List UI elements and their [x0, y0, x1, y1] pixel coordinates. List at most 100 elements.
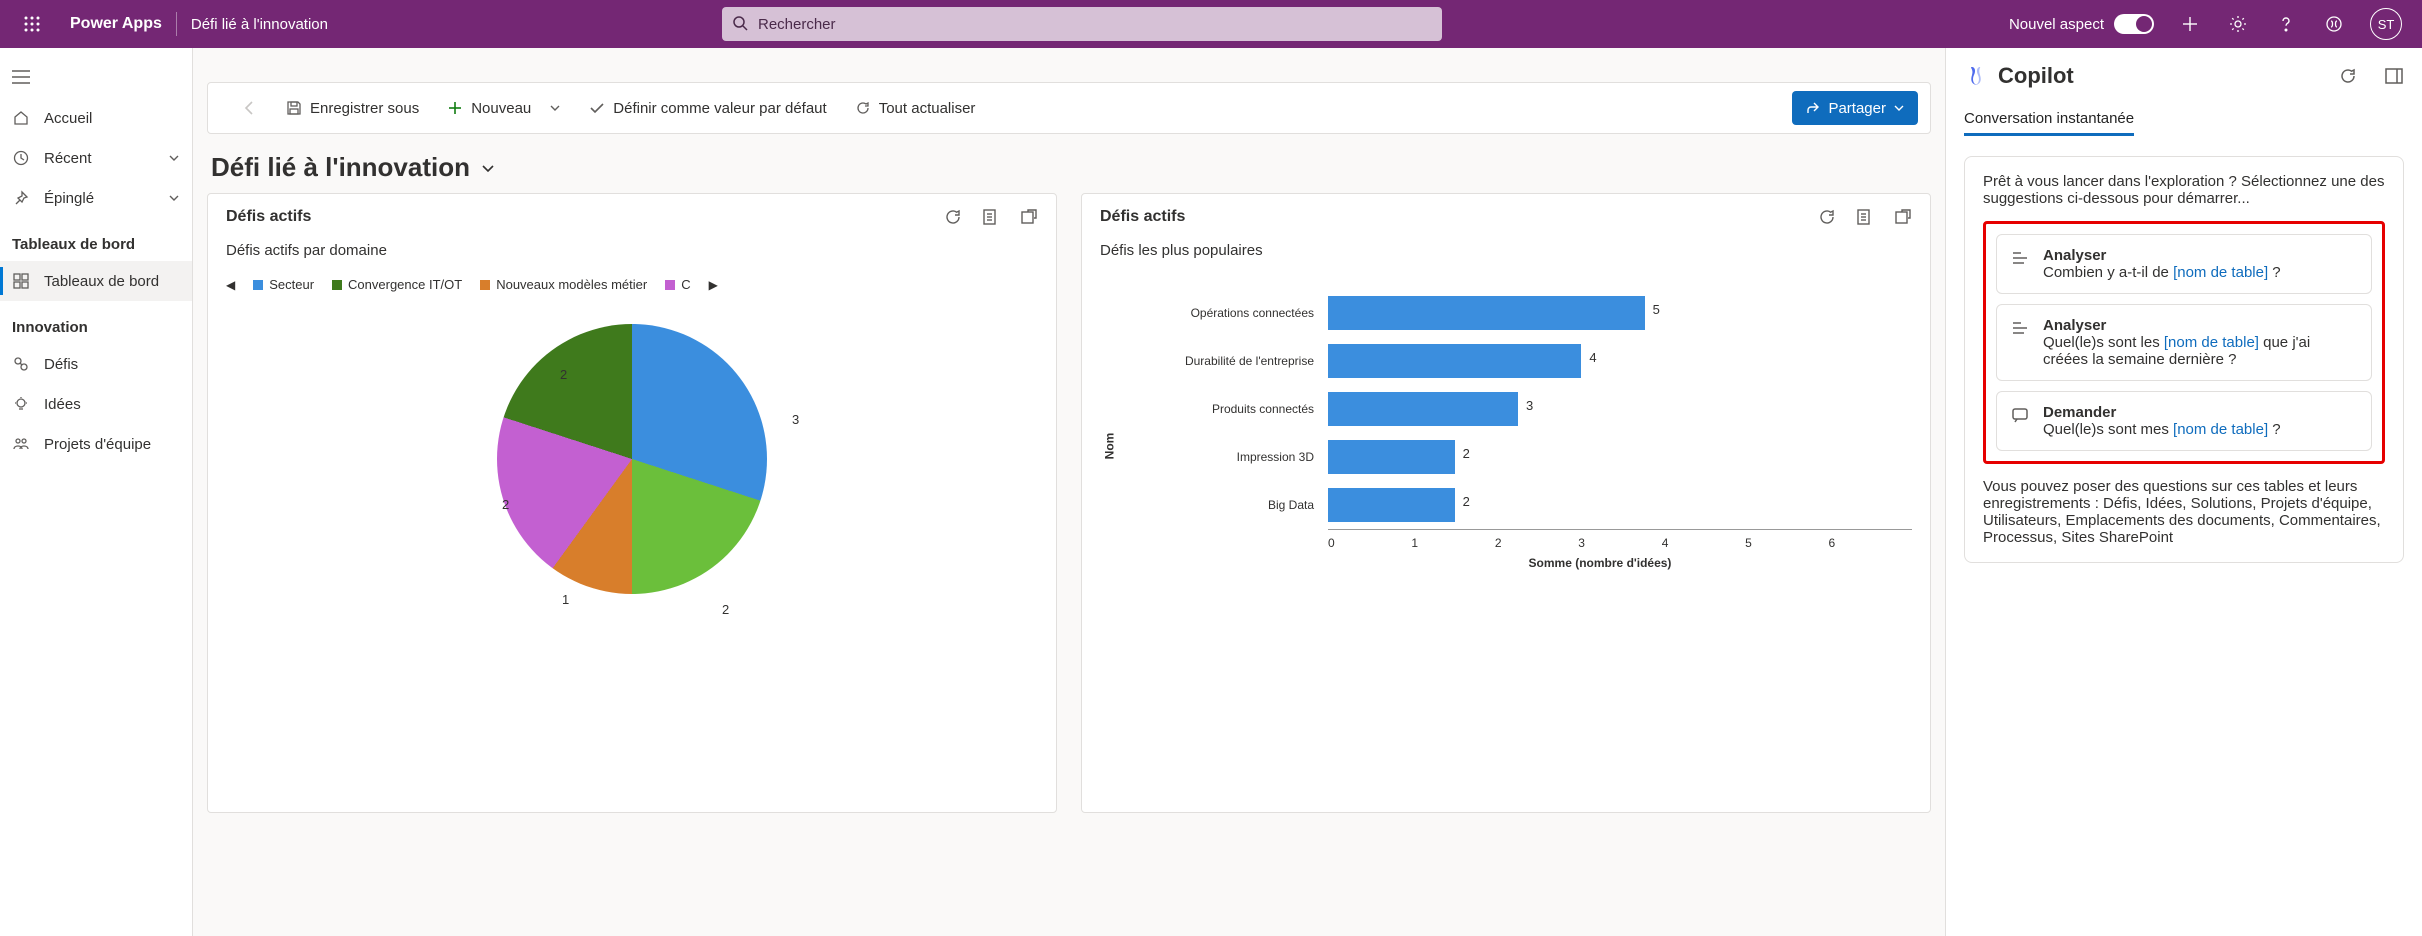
refresh-icon [855, 100, 871, 116]
legend-item[interactable]: Nouveaux modèles métier [480, 277, 647, 292]
bar-category-label: Opérations connectées [1128, 306, 1328, 320]
y-axis-label: Nom [1102, 433, 1116, 460]
chart-title: Défis actifs par domaine [226, 242, 1038, 259]
bar-row[interactable]: Big Data2 [1128, 481, 1912, 529]
legend-item[interactable]: Secteur [253, 277, 314, 292]
chevron-down-icon [480, 160, 496, 176]
settings-icon[interactable] [2226, 12, 2250, 36]
refresh-icon[interactable] [2338, 66, 2358, 86]
card-bar: Défis actifs Défis les plus populaires N… [1081, 193, 1931, 813]
save-icon [286, 100, 302, 116]
new-aspect-toggle[interactable]: Nouvel aspect [2009, 14, 2154, 34]
bar-category-label: Durabilité de l'entreprise [1128, 354, 1328, 368]
x-tick: 2 [1495, 536, 1578, 550]
bar-row[interactable]: Opérations connectées5 [1128, 289, 1912, 337]
copilot-prompt[interactable]: AnalyserCombien y a-t-il de [nom de tabl… [1996, 234, 2372, 294]
legend-item[interactable]: C [665, 277, 690, 292]
share-button[interactable]: Partager [1792, 91, 1918, 125]
back-button[interactable] [220, 99, 268, 117]
user-avatar[interactable]: ST [2370, 8, 2402, 40]
copilot-prompt[interactable]: AnalyserQuel(le)s sont les [nom de table… [1996, 304, 2372, 381]
left-nav: Accueil Récent Épinglé Tableaux de bord … [0, 48, 193, 936]
brand-label: Power Apps [56, 15, 176, 33]
chevron-down-icon [549, 102, 561, 114]
nav-defis-label: Défis [44, 356, 78, 373]
chevron-down-icon [168, 192, 180, 204]
dashboard-title-row[interactable]: Défi lié à l'innovation [193, 134, 1945, 193]
expand-icon[interactable] [1894, 208, 1912, 226]
x-tick: 5 [1745, 536, 1828, 550]
view-records-icon[interactable] [1856, 208, 1874, 226]
card-title: Défis actifs [1100, 208, 1185, 226]
nav-recent[interactable]: Récent [0, 138, 192, 178]
set-default-button[interactable]: Définir comme valeur par défaut [579, 83, 836, 133]
card-pie: Défis actifs Défis actifs par domaine ◀ … [207, 193, 1057, 813]
set-default-label: Définir comme valeur par défaut [613, 100, 826, 117]
nav-section-dashboards: Tableaux de bord [0, 218, 192, 261]
team-icon [12, 435, 30, 453]
dock-icon[interactable] [2384, 66, 2404, 86]
prompt-icon [2011, 247, 2029, 281]
chevron-down-icon [168, 152, 180, 164]
bar-chart[interactable]: Nom Opérations connectées5Durabilité de … [1100, 289, 1912, 570]
prompt-group-highlighted: Analyser Combien y a-t-il de [nom de tabl… [1983, 221, 2385, 464]
help-icon[interactable] [2274, 12, 2298, 36]
search-input[interactable] [722, 7, 1442, 41]
nav-dashboards[interactable]: Tableaux de bord [0, 261, 192, 301]
copilot-prompt[interactable]: DemanderQuel(le)s sont mes [nom de table… [1996, 391, 2372, 451]
bar-value-label: 3 [1526, 398, 1533, 413]
nav-recent-label: Récent [44, 150, 92, 167]
prompt-title: Analyser [2043, 317, 2357, 334]
legend-prev-icon[interactable]: ◀ [226, 278, 235, 292]
nav-collapse-button[interactable] [0, 56, 192, 98]
share-label: Partager [1828, 100, 1886, 117]
legend-next-icon[interactable]: ▶ [709, 278, 718, 292]
bar-row[interactable]: Impression 3D 2 [1128, 433, 1912, 481]
new-button[interactable]: Nouveau [437, 83, 571, 133]
bar-value-label: 2 [1463, 446, 1470, 461]
bar-category-label: Impression 3D [1128, 450, 1328, 464]
nav-projets[interactable]: Projets d'équipe [0, 424, 192, 464]
prompt-text: Quel(le)s sont mes [nom de table] ? [2043, 421, 2281, 438]
tab-instant-chat[interactable]: Conversation instantanée [1964, 104, 2134, 136]
save-as-button[interactable]: Enregistrer sous [276, 83, 429, 133]
toggle-switch[interactable] [2114, 14, 2154, 34]
prompt-slot: [nom de table] [2173, 264, 2268, 281]
app-launcher-button[interactable] [8, 0, 56, 48]
bar-category-label: Big Data [1128, 498, 1328, 512]
nav-idees[interactable]: Idées [0, 384, 192, 424]
refresh-icon[interactable] [1818, 208, 1836, 226]
prompt-title: Demander [2043, 404, 2281, 421]
bar-value-label: 4 [1589, 350, 1596, 365]
prompt-text: Combien y a-t-il de [nom de table] ? [2043, 264, 2281, 281]
pie-value-label: 2 [722, 602, 729, 617]
legend-item[interactable]: Convergence IT/OT [332, 277, 462, 292]
clock-icon [12, 149, 30, 167]
nav-pinned[interactable]: Épinglé [0, 178, 192, 218]
check-icon [589, 100, 605, 116]
x-tick: 1 [1411, 536, 1494, 550]
bar-row[interactable]: Durabilité de l'entreprise 4 [1128, 337, 1912, 385]
copilot-top-icon[interactable] [2322, 12, 2346, 36]
refresh-icon[interactable] [944, 208, 962, 226]
chevron-down-icon [1894, 103, 1904, 113]
nav-home[interactable]: Accueil [0, 98, 192, 138]
copilot-panel: Copilot Conversation instantanée Prêt à … [1945, 48, 2422, 936]
nav-pinned-label: Épinglé [44, 190, 94, 207]
copilot-intro-card: Prêt à vous lancer dans l'exploration ? … [1964, 156, 2404, 563]
add-icon[interactable] [2178, 12, 2202, 36]
copilot-outro-text: Vous pouvez poser des questions sur ces … [1983, 478, 2385, 546]
pie-chart[interactable]: 3 2 1 2 2 [442, 312, 822, 692]
topbar: Power Apps Défi lié à l'innovation Nouve… [0, 0, 2422, 48]
nav-defis[interactable]: Défis [0, 344, 192, 384]
nav-projets-label: Projets d'équipe [44, 436, 151, 453]
view-records-icon[interactable] [982, 208, 1000, 226]
card-title: Défis actifs [226, 208, 311, 226]
bar-row[interactable]: Produits connectés3 [1128, 385, 1912, 433]
nav-section-innovation: Innovation [0, 301, 192, 344]
copilot-intro-text: Prêt à vous lancer dans l'exploration ? … [1983, 173, 2385, 207]
refresh-all-button[interactable]: Tout actualiser [845, 83, 986, 133]
expand-icon[interactable] [1020, 208, 1038, 226]
x-axis-label: Somme (nombre d'idées) [1288, 556, 1912, 570]
copilot-title: Copilot [1998, 63, 2074, 89]
